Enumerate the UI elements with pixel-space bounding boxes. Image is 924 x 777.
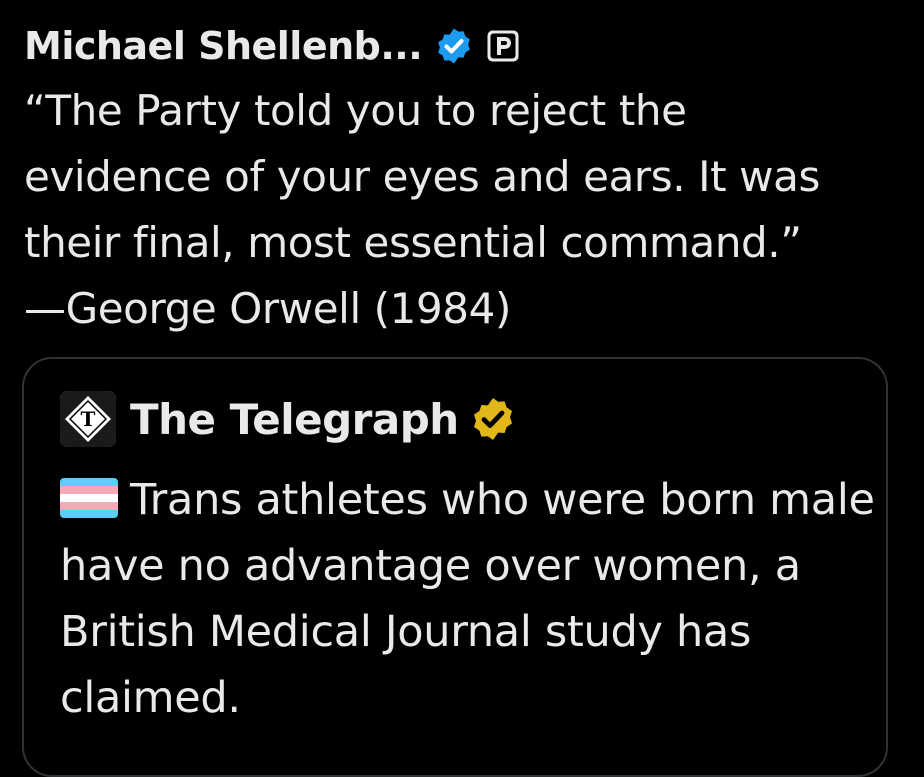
author-name[interactable]: Michael Shellenb... <box>24 24 423 68</box>
telegraph-logo-icon[interactable]: T <box>60 391 116 447</box>
quoted-tweet-body: Trans athletes who were born male have n… <box>60 475 875 723</box>
svg-text:T: T <box>81 407 96 431</box>
verified-gold-badge-icon[interactable] <box>469 395 517 443</box>
redacted-handle <box>526 26 707 66</box>
quoted-author-name[interactable]: The Telegraph <box>130 395 459 444</box>
quoted-tweet-card[interactable]: T The Telegraph Trans athletes who were … <box>22 357 888 777</box>
tweet-header: Michael Shellenb... <box>24 20 707 72</box>
tweet[interactable]: Michael Shellenb... “The Party told you … <box>0 0 924 777</box>
quoted-tweet-text: Trans athletes who were born male have n… <box>60 467 880 731</box>
verified-badge-icon[interactable] <box>434 26 474 66</box>
tweet-text: “The Party told you to reject the eviden… <box>24 86 820 333</box>
p-letter-badge-icon[interactable] <box>486 29 520 63</box>
quoted-tweet-header: T The Telegraph <box>60 389 517 449</box>
transgender-flag-icon <box>60 478 118 518</box>
